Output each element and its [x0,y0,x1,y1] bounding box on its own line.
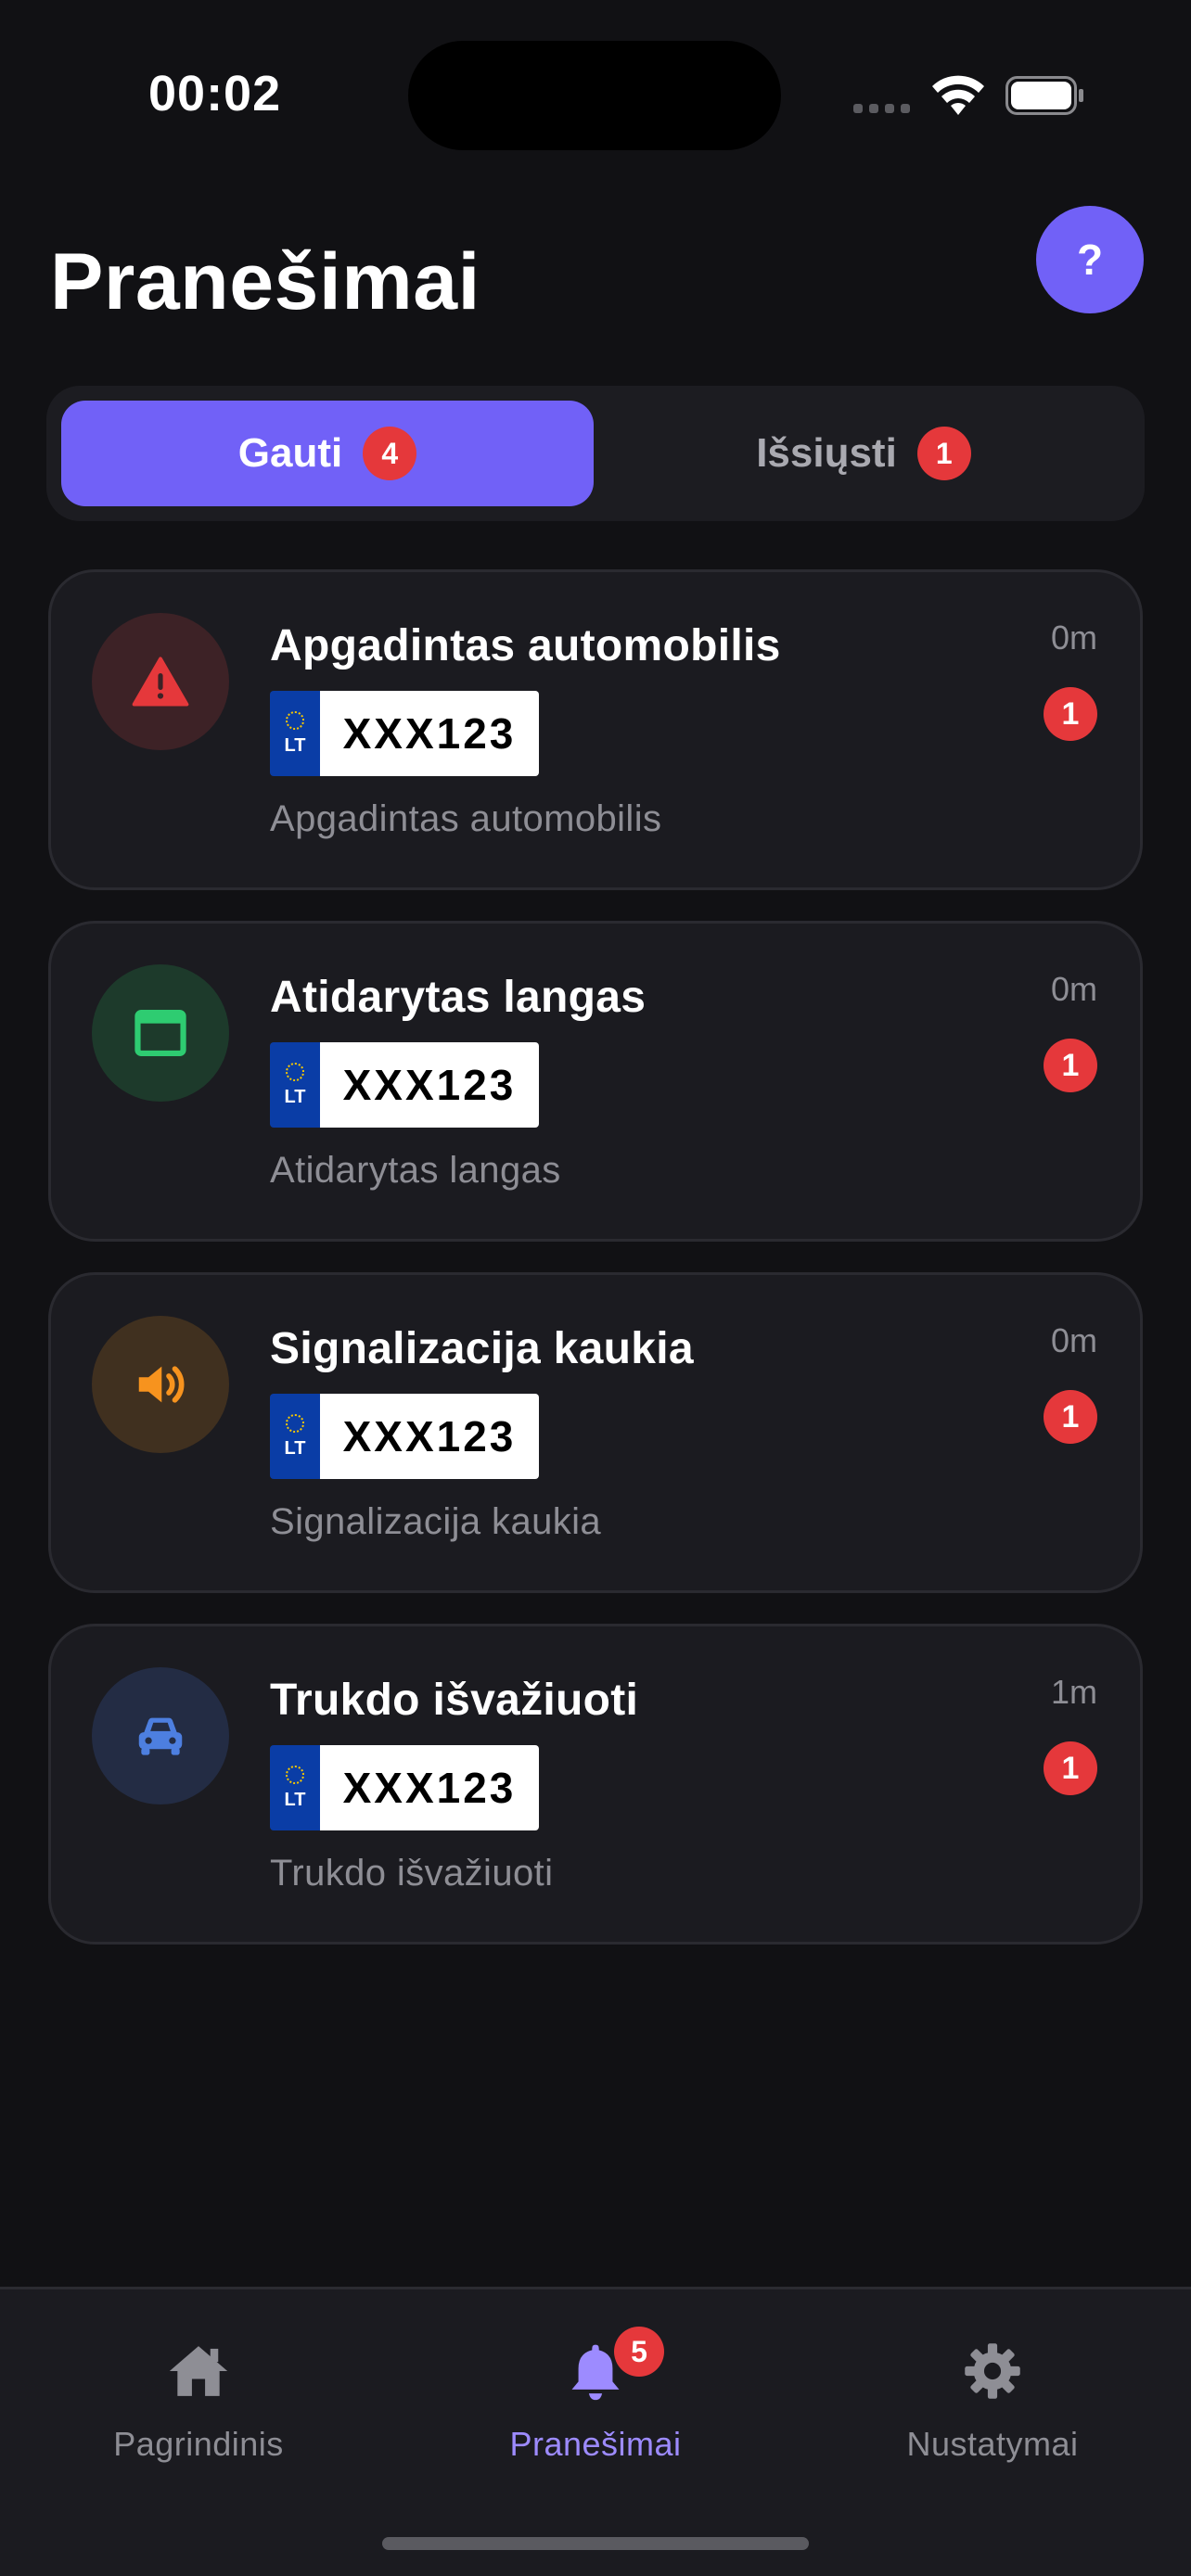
home-icon [169,2346,228,2396]
notification-card[interactable]: Apgadintas automobilis LT XXX123 Apgadin… [48,569,1143,890]
notification-description: Trukdo išvažiuoti [270,1853,554,1894]
cellular-signal-icon [853,104,910,113]
battery-icon [1005,76,1083,115]
window-icon [134,1009,186,1057]
notification-icon-circle [92,1316,229,1453]
plate-number: XXX123 [320,691,539,776]
notification-time: 0m [1050,618,1097,657]
tab-notifications-label: Pranešimai [509,2425,682,2463]
notification-icon-circle [92,964,229,1102]
tab-home-label: Pagrindinis [113,2425,284,2463]
notification-title: Atidarytas langas [270,973,647,1022]
help-icon: ? [1076,236,1104,284]
plate-country: LT [284,1086,306,1107]
status-time: 00:02 [148,66,282,121]
segmented-control: Gauti 4 Išsiųsti 1 [46,386,1145,521]
notification-count-badge: 1 [1044,1390,1097,1444]
notification-title: Signalizacija kaukia [270,1324,694,1373]
tab-sent[interactable]: Išsiųsti 1 [597,401,1130,506]
notification-time: 0m [1050,970,1097,1008]
plate-number: XXX123 [320,1745,539,1830]
tab-sent-label: Išsiųsti [756,430,897,476]
tab-notifications-badge: 5 [614,2327,664,2377]
plate-country: LT [284,734,306,756]
tab-settings-label: Nustatymai [906,2425,1079,2463]
plate-eu-band: LT [270,1394,320,1479]
status-bar: 00:02 [0,0,1191,185]
license-plate: LT XXX123 [270,1394,539,1479]
plate-eu-band: LT [270,691,320,776]
notification-title: Trukdo išvažiuoti [270,1676,639,1725]
plate-number: XXX123 [320,1394,539,1479]
tab-home[interactable]: Pagrindinis [50,2327,347,2493]
notification-description: Signalizacija kaukia [270,1501,602,1542]
notification-time: 0m [1050,1321,1097,1359]
notification-count-badge: 1 [1044,1741,1097,1795]
tab-notifications[interactable]: 5 Pranešimai [447,2327,744,2493]
plate-eu-band: LT [270,1042,320,1128]
notification-time: 1m [1050,1673,1097,1711]
eu-stars-icon [286,1765,304,1784]
notification-count-badge: 1 [1044,1039,1097,1092]
eu-stars-icon [286,1062,304,1081]
license-plate: LT XXX123 [270,1745,539,1830]
dynamic-island [408,41,781,150]
home-indicator [382,2537,809,2550]
notification-icon-circle [92,1667,229,1804]
notification-card[interactable]: Signalizacija kaukia LT XXX123 Signaliza… [48,1272,1143,1593]
plate-country: LT [284,1789,306,1810]
page-title: Pranešimai [50,237,480,326]
speaker-icon [138,1366,185,1403]
tab-received-badge: 4 [363,427,417,480]
notification-icon-circle [92,613,229,750]
plate-number: XXX123 [320,1042,539,1128]
bottom-tab-bar: Pagrindinis 5 Pranešimai Nustatymai [0,2287,1191,2576]
license-plate: LT XXX123 [270,691,539,776]
notification-description: Apgadintas automobilis [270,798,662,839]
tab-received[interactable]: Gauti 4 [61,401,594,506]
notification-card[interactable]: Atidarytas langas LT XXX123 Atidarytas l… [48,921,1143,1242]
plate-eu-band: LT [270,1745,320,1830]
wifi-icon [932,75,984,115]
tab-settings[interactable]: Nustatymai [844,2327,1141,2493]
notification-card[interactable]: Trukdo išvažiuoti LT XXX123 Trukdo išvaž… [48,1624,1143,1945]
plate-country: LT [284,1437,306,1459]
eu-stars-icon [286,1413,304,1433]
tab-sent-badge: 1 [916,427,971,480]
help-button[interactable]: ? [1036,206,1144,313]
notification-description: Atidarytas langas [270,1150,561,1191]
notification-title: Apgadintas automobilis [270,621,781,670]
car-icon [138,1717,183,1755]
eu-stars-icon [286,710,304,730]
gear-icon [965,2343,1020,2399]
tab-received-label: Gauti [237,430,343,476]
license-plate: LT XXX123 [270,1042,539,1128]
notification-count-badge: 1 [1044,687,1097,741]
warning-icon [132,657,189,707]
notification-list: Apgadintas automobilis LT XXX123 Apgadin… [48,569,1143,1975]
